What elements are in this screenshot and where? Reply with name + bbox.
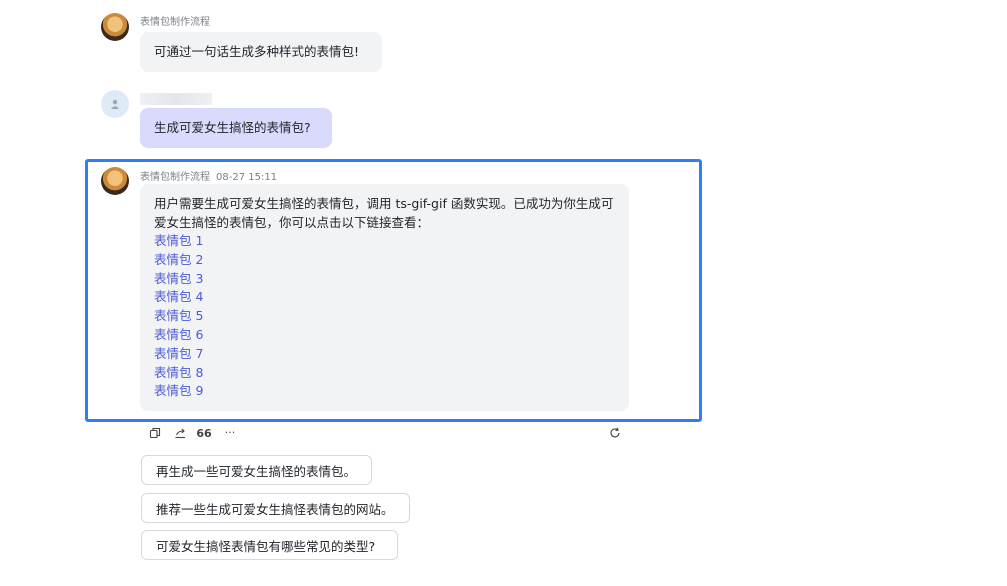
message-text: 可通过一句话生成多种样式的表情包! — [154, 44, 360, 59]
message-text: 生成可爱女生搞怪的表情包? — [154, 120, 311, 135]
more-button[interactable]: ··· — [222, 424, 238, 440]
suggestion-button[interactable]: 再生成一些可爱女生搞怪的表情包。 — [141, 455, 372, 485]
bot-avatar — [101, 13, 129, 41]
suggestion-button[interactable]: 可爱女生搞怪表情包有哪些常见的类型? — [141, 530, 398, 560]
user-avatar — [101, 90, 129, 118]
blurred-user-name — [140, 93, 212, 105]
selection-highlight — [85, 159, 702, 422]
user-icon — [111, 99, 119, 109]
copy-icon[interactable] — [147, 425, 163, 441]
quote-button[interactable]: 66 — [196, 425, 212, 441]
sender-name: 表情包制作流程 — [140, 17, 210, 28]
bot-message-bubble: 可通过一句话生成多种样式的表情包! — [140, 32, 382, 72]
refresh-icon[interactable] — [607, 425, 623, 441]
share-icon[interactable] — [172, 425, 188, 441]
user-message-bubble: 生成可爱女生搞怪的表情包? — [140, 108, 332, 148]
suggestion-button[interactable]: 推荐一些生成可爱女生搞怪表情包的网站。 — [141, 493, 410, 523]
